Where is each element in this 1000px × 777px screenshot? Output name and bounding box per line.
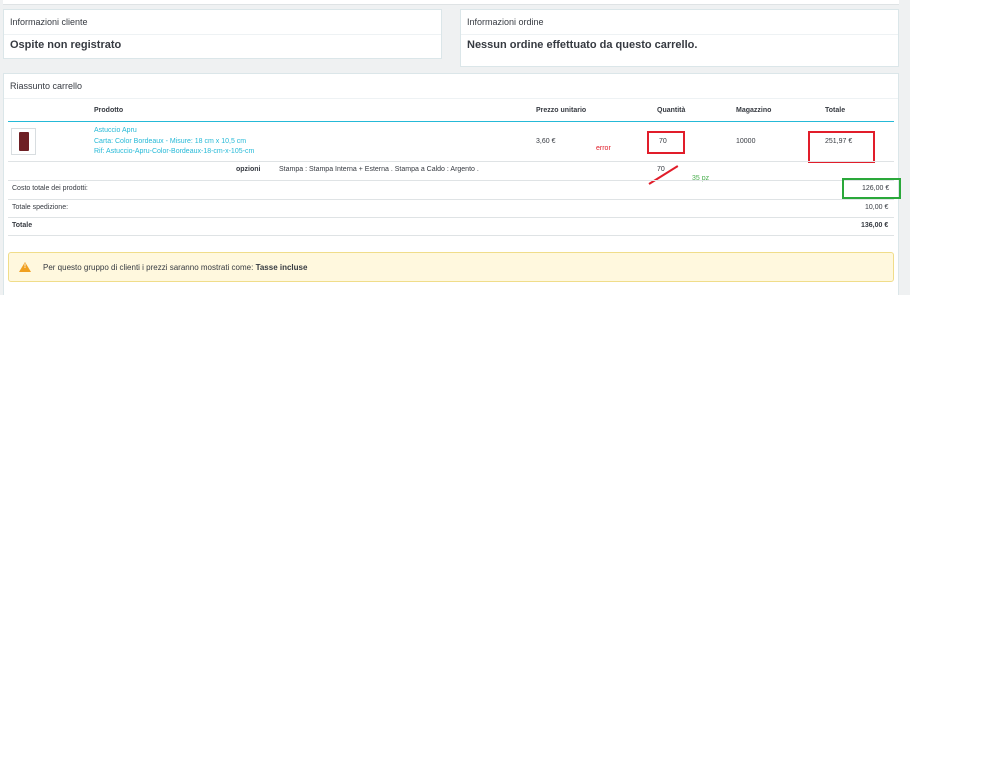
row-divider <box>8 199 894 200</box>
order-info-title: Informazioni ordine <box>461 10 898 35</box>
product-attributes-link[interactable]: Carta: Color Bordeaux - Misure: 18 cm x … <box>94 138 246 145</box>
column-header-unit-price[interactable]: Prezzo unitario <box>536 107 586 114</box>
tax-info-text: Per questo gruppo di clienti i prezzi sa… <box>43 263 254 272</box>
shipping-total-value: 10,00 € <box>865 204 889 211</box>
product-reference-link[interactable]: Rif: Astuccio-Apru-Color-Bordeaux-18-cm-… <box>94 148 254 155</box>
tax-info-message: Per questo gruppo di clienti i prezzi sa… <box>43 263 307 272</box>
row-divider <box>8 235 894 236</box>
grand-total-value: 136,00 € <box>861 222 889 229</box>
grand-total-label: Totale <box>12 222 33 229</box>
products-total-label: Costo totale dei prodotti: <box>12 185 88 192</box>
top-panel-edge <box>3 0 899 5</box>
row-divider <box>8 161 894 162</box>
total-highlight-box <box>808 131 875 163</box>
warning-icon: ! <box>19 262 31 272</box>
stock-value: 10000 <box>736 138 756 145</box>
order-info-value: Nessun ordine effettuato da questo carre… <box>467 39 698 51</box>
product-image <box>19 132 29 151</box>
table-header-divider <box>8 121 894 122</box>
row-divider <box>8 217 894 218</box>
column-header-stock[interactable]: Magazzino <box>736 107 771 114</box>
options-quantity: 70 <box>657 166 665 173</box>
order-info-panel: Informazioni ordine Nessun ordine effett… <box>460 9 899 67</box>
options-value: Stampa : Stampa Interna + Esterna . Stam… <box>279 166 479 173</box>
unit-price: 3,60 € <box>536 138 556 145</box>
shipping-total-label: Totale spedizione: <box>12 204 69 211</box>
tax-info-alert: ! Per questo gruppo di clienti i prezzi … <box>8 252 894 282</box>
cart-summary-title: Riassunto carrello <box>4 74 898 99</box>
column-header-quantity[interactable]: Quantità <box>657 107 685 114</box>
product-name-link[interactable]: Astuccio Apru <box>94 127 137 134</box>
customer-info-title: Informazioni cliente <box>4 10 441 35</box>
products-total-highlight-box <box>842 178 901 199</box>
customer-info-value: Ospite non registrato <box>10 39 122 51</box>
quantity-highlight-box <box>647 131 685 154</box>
product-thumbnail[interactable] <box>11 128 36 155</box>
column-header-total[interactable]: Totale <box>825 107 845 114</box>
error-annotation: error <box>596 145 611 152</box>
column-header-product[interactable]: Prodotto <box>94 107 123 114</box>
tax-info-mode: Tasse incluse <box>255 263 308 272</box>
options-label: opzioni <box>236 166 261 173</box>
row-divider <box>8 180 894 181</box>
customer-info-panel: Informazioni cliente Ospite non registra… <box>3 9 442 59</box>
